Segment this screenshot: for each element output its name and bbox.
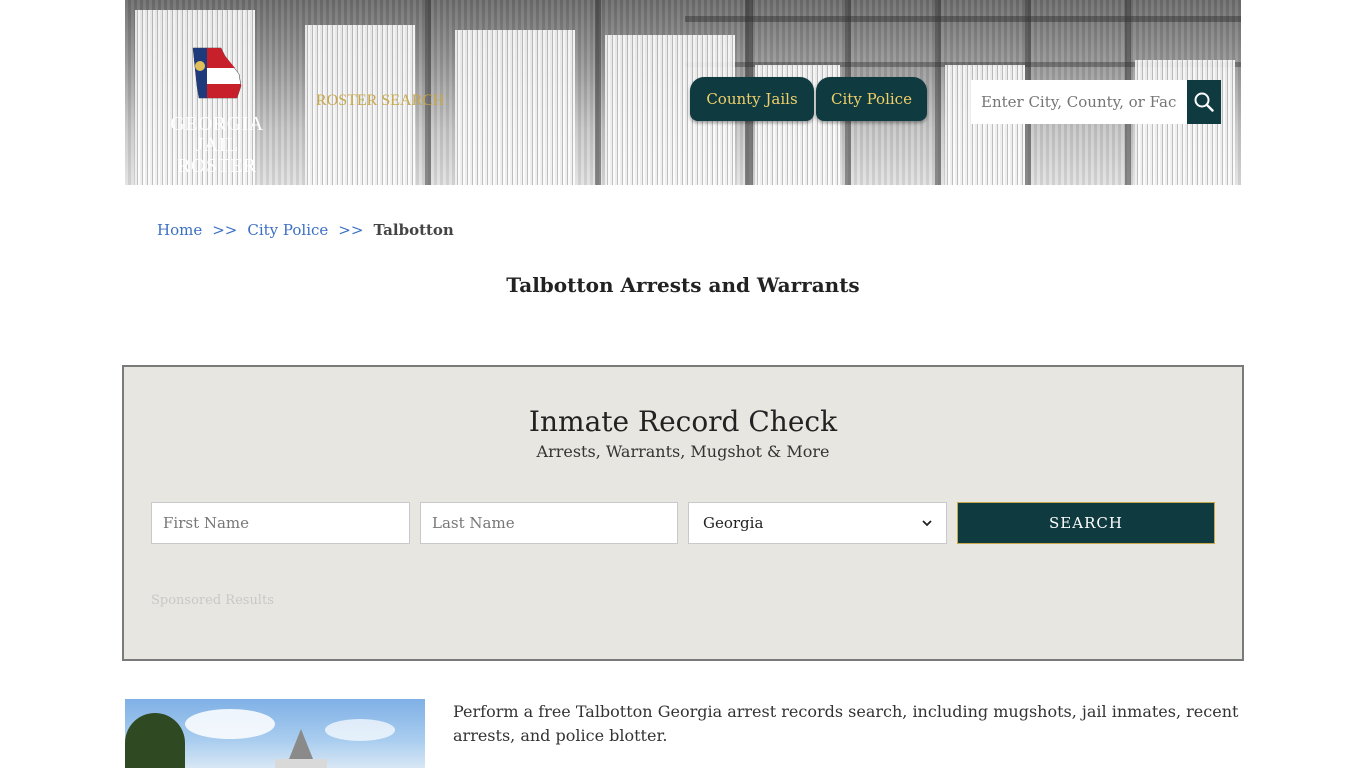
shelf-divider — [935, 0, 941, 185]
state-select[interactable]: Georgia — [688, 502, 947, 544]
photo-cloud — [185, 709, 275, 739]
breadcrumb-home[interactable]: Home — [157, 221, 202, 239]
photo-tree — [125, 713, 185, 768]
roster-search-link[interactable]: ROSTER SEARCH — [316, 92, 444, 110]
chevron-down-icon — [922, 519, 932, 526]
logo-line-1: GEORGIA — [170, 113, 264, 135]
first-name-input[interactable] — [151, 502, 410, 544]
facility-search-input[interactable] — [971, 80, 1187, 124]
panel-subtitle: Arrests, Warrants, Mugshot & More — [536, 442, 830, 461]
breadcrumb-separator: >> — [338, 221, 364, 239]
paper-stack — [455, 30, 575, 185]
last-name-input[interactable] — [420, 502, 678, 544]
site-header: GEORGIA JAIL ROSTER ROSTER SEARCH County… — [125, 0, 1241, 185]
record-search-button[interactable]: SEARCH — [957, 502, 1215, 544]
sponsored-results-label: Sponsored Results — [151, 593, 274, 608]
intro-paragraph: Perform a free Talbotton Georgia arrest … — [453, 702, 1239, 745]
talbotton-photo — [125, 699, 425, 768]
facility-search-button[interactable] — [1187, 80, 1221, 124]
logo-line-2: JAIL ROSTER — [177, 134, 257, 177]
breadcrumb-current: Talbotton — [373, 221, 454, 239]
shelf-divider — [595, 0, 601, 185]
photo-cloud — [325, 719, 395, 741]
photo-building — [275, 759, 327, 768]
breadcrumb-separator: >> — [212, 221, 238, 239]
page-title: Talbotton Arrests and Warrants — [506, 273, 860, 297]
panel-title: Inmate Record Check — [528, 405, 838, 438]
logo-text: GEORGIA JAIL ROSTER — [155, 114, 279, 177]
georgia-map-icon — [192, 47, 242, 99]
nav-county-jails[interactable]: County Jails — [690, 77, 814, 121]
state-select-value: Georgia — [703, 514, 764, 532]
inmate-record-check-panel: Inmate Record Check Arrests, Warrants, M… — [122, 365, 1244, 661]
nav-city-police[interactable]: City Police — [816, 77, 927, 121]
shelf-board — [685, 16, 1241, 22]
breadcrumb: Home >> City Police >> Talbotton — [157, 221, 454, 239]
search-icon — [1194, 92, 1214, 112]
breadcrumb-city-police[interactable]: City Police — [247, 221, 328, 239]
